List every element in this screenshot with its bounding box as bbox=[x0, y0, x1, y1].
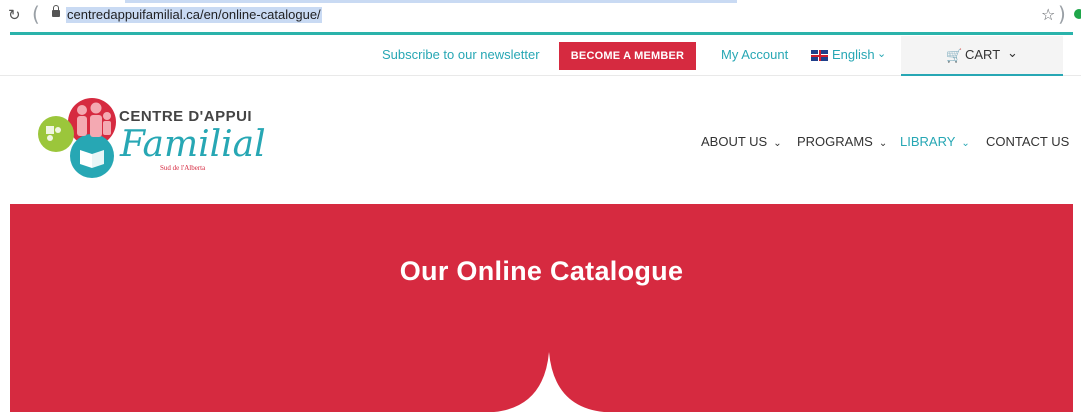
nav-item-label: PROGRAMS bbox=[797, 134, 873, 149]
chevron-down-icon: ⌄ bbox=[961, 138, 970, 149]
nav-item-label: ABOUT US bbox=[701, 134, 768, 149]
my-account-link[interactable]: My Account bbox=[721, 47, 788, 62]
hero-banner: Our Online Catalogue bbox=[10, 204, 1073, 412]
nav-item-about-us[interactable]: ABOUT US ⌄ bbox=[701, 134, 782, 149]
lock-icon[interactable] bbox=[52, 5, 60, 17]
logo-subtitle: Sud de l'Alberta bbox=[160, 164, 206, 172]
cart-label: CART bbox=[965, 47, 1001, 62]
cart-button[interactable]: 🛒 CART ⌄ bbox=[901, 36, 1063, 76]
page-top-border bbox=[10, 32, 1073, 35]
hero-notch-decoration bbox=[494, 352, 604, 412]
omnibox-left-edge: ( bbox=[32, 2, 40, 26]
uk-flag-icon bbox=[811, 50, 828, 61]
reload-icon[interactable]: ↻ bbox=[8, 6, 21, 24]
address-bar-url[interactable]: centredappuifamilial.ca/en/online-catalo… bbox=[66, 7, 322, 23]
logo-script-text: Familial bbox=[120, 124, 266, 165]
nav-item-label: CONTACT US bbox=[986, 134, 1070, 149]
utility-bar: Subscribe to our newsletter BECOME A MEM… bbox=[0, 36, 1081, 76]
newsletter-link[interactable]: Subscribe to our newsletter bbox=[382, 47, 540, 62]
browser-toolbar: ↻ ( centredappuifamilial.ca/en/online-ca… bbox=[0, 0, 1081, 34]
chevron-down-icon: ⌄ bbox=[878, 138, 888, 149]
nav-item-programs[interactable]: PROGRAMS ⌄ bbox=[797, 134, 887, 149]
site-header: CENTRE D'APPUI Familial Sud de l'Alberta… bbox=[0, 77, 1081, 203]
chevron-down-icon[interactable]: ⌄ bbox=[877, 47, 886, 60]
omnibox-right-edge: ) bbox=[1058, 2, 1066, 26]
language-selector[interactable]: English bbox=[832, 47, 875, 62]
nav-item-contact-us[interactable]: CONTACT US bbox=[986, 134, 1069, 149]
page-title: Our Online Catalogue bbox=[399, 256, 684, 286]
extension-icon[interactable] bbox=[1074, 9, 1081, 19]
site-logo[interactable]: CENTRE D'APPUI Familial Sud de l'Alberta bbox=[34, 94, 266, 180]
cart-icon: 🛒 bbox=[946, 49, 963, 64]
logo-emblem bbox=[38, 98, 116, 178]
become-member-button[interactable]: BECOME A MEMBER bbox=[559, 42, 696, 70]
chevron-down-icon: ⌄ bbox=[773, 138, 782, 149]
nav-item-library[interactable]: LIBRARY ⌄ bbox=[900, 134, 970, 149]
star-icon[interactable]: ☆ bbox=[1041, 5, 1055, 24]
chevron-down-icon: ⌄ bbox=[1007, 46, 1018, 61]
nav-item-label: LIBRARY bbox=[900, 134, 956, 149]
tab-strip-highlight bbox=[125, 0, 737, 3]
logo-brand-text: CENTRE D'APPUI bbox=[119, 108, 253, 125]
